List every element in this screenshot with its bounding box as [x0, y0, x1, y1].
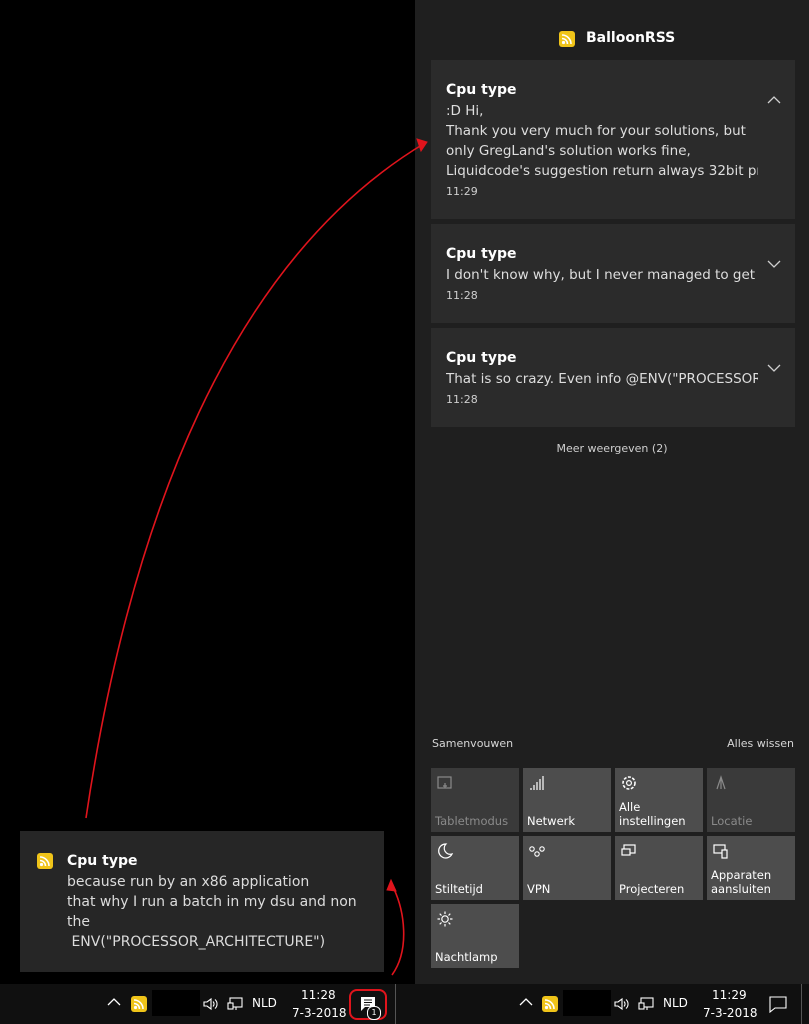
project-icon [621, 844, 636, 856]
tile-label: Locatie [711, 814, 753, 828]
tile-label: Tabletmodus [435, 814, 509, 828]
notification-card[interactable]: Cpu type I don't know why, but I never m… [431, 224, 795, 323]
volume-icon[interactable] [613, 996, 629, 1012]
notification-body-line: :D Hi, [446, 103, 484, 119]
settings-gear-icon [622, 776, 636, 790]
see-more-link[interactable]: Meer weergeven (2) [415, 442, 809, 455]
notification-card[interactable]: Cpu type :D Hi, Thank you very much for … [431, 60, 795, 219]
quick-action-night-light[interactable]: Nachtlamp [431, 904, 519, 968]
action-center-button-highlighted[interactable]: 1 [349, 989, 387, 1020]
tablet-mode-icon [437, 776, 452, 789]
network-icon [530, 776, 544, 790]
moon-icon [438, 843, 454, 859]
rss-tray-icon[interactable] [131, 996, 147, 1012]
quick-action-network[interactable]: Netwerk [523, 768, 611, 832]
quick-action-tablet-mode[interactable]: Tabletmodus [431, 768, 519, 832]
show-hidden-icons-chevron-icon[interactable] [519, 997, 533, 1007]
network-wired-icon[interactable] [227, 996, 244, 1012]
rss-app-icon [559, 31, 575, 47]
quick-action-project[interactable]: Projecteren [615, 836, 703, 900]
toast-body-line: the [67, 914, 90, 930]
quick-action-location[interactable]: Locatie [707, 768, 795, 832]
show-desktop-divider[interactable] [801, 984, 802, 1024]
toast-title: Cpu type [67, 853, 138, 869]
rss-tray-icon[interactable] [542, 996, 558, 1012]
clock-date[interactable]: 7-3-2018 [703, 1006, 757, 1020]
language-indicator[interactable]: NLD [252, 996, 277, 1010]
redacted-tray-area [563, 990, 611, 1016]
clock-time[interactable]: 11:28 [301, 988, 336, 1002]
notification-body-line: only GregLand's solution works fine, [446, 143, 691, 159]
toast-body-line: ENV("PROCESSOR_ARCHITECTURE") [67, 934, 326, 950]
notification-time: 11:28 [446, 393, 478, 406]
clock-date[interactable]: 7-3-2018 [292, 1006, 346, 1020]
tile-label: Apparaten aansluiten [711, 868, 772, 896]
toast-notification[interactable]: Cpu type because run by an x86 applicati… [20, 831, 384, 972]
notification-body-line: I don't know why, but I never managed to… [446, 267, 758, 283]
notification-count-badge: 1 [367, 1006, 381, 1020]
collapse-link[interactable]: Samenvouwen [432, 737, 513, 750]
tile-label: Netwerk [527, 814, 576, 828]
tile-label: Nachtlamp [435, 950, 498, 964]
chevron-up-icon[interactable] [767, 95, 781, 105]
quick-action-quiet-hours[interactable]: Stiltetijd [431, 836, 519, 900]
notification-time: 11:28 [446, 289, 478, 302]
notification-body-line: That is so crazy. Even info @ENV("PROCES… [446, 371, 758, 387]
quick-action-vpn[interactable]: VPN [523, 836, 611, 900]
action-center-panel: BalloonRSS Cpu type :D Hi, Thank you ver… [415, 0, 809, 984]
chevron-down-icon[interactable] [767, 363, 781, 373]
location-icon [716, 775, 726, 790]
redacted-tray-area [152, 990, 200, 1016]
app-group-title: BalloonRSS [586, 30, 676, 46]
toast-body-line: because run by an x86 application [67, 874, 310, 890]
tile-label: Stiltetijd [435, 882, 483, 896]
notification-card[interactable]: Cpu type That is so crazy. Even info @EN… [431, 328, 795, 427]
taskbar-divider [395, 984, 396, 1024]
chevron-down-icon[interactable] [767, 259, 781, 269]
quick-action-all-settings[interactable]: Alle instellingen [615, 768, 703, 832]
tile-label: Alle instellingen [619, 800, 686, 828]
quick-action-connect-devices[interactable]: Apparaten aansluiten [707, 836, 795, 900]
show-hidden-icons-chevron-icon[interactable] [107, 997, 121, 1007]
notification-body-line: Thank you very much for your solutions, … [446, 123, 746, 139]
toast-body-line: that why I run a batch in my dsu and non [67, 894, 357, 910]
notification-title: Cpu type [446, 246, 517, 262]
connect-devices-icon [713, 844, 728, 859]
rss-app-icon [37, 853, 53, 869]
vpn-icon [529, 846, 545, 857]
clock-time[interactable]: 11:29 [712, 988, 747, 1002]
notification-body-line: Liquidcode's suggestion return always 32… [446, 163, 758, 179]
language-indicator[interactable]: NLD [663, 996, 688, 1010]
tile-label: VPN [527, 882, 551, 896]
tile-label: Projecteren [619, 882, 685, 896]
sun-icon [437, 911, 453, 927]
clear-all-link[interactable]: Alles wissen [727, 737, 794, 750]
action-center-icon[interactable] [769, 996, 787, 1013]
network-wired-icon[interactable] [638, 996, 655, 1012]
notification-title: Cpu type [446, 350, 517, 366]
notification-time: 11:29 [446, 185, 478, 198]
volume-icon[interactable] [202, 996, 218, 1012]
notification-title: Cpu type [446, 82, 517, 98]
taskbar: NLD 11:28 7-3-2018 1 NLD 11:29 7-3-2018 [0, 984, 809, 1024]
